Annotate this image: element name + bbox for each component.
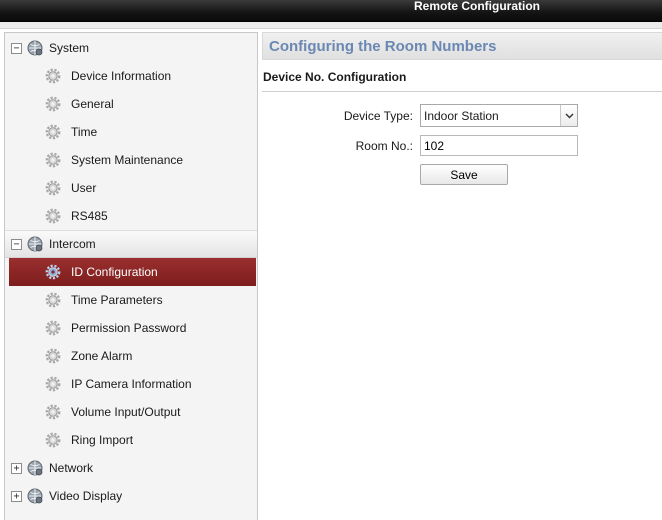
device-type-label: Device Type: <box>343 109 413 123</box>
tree-item-ip-camera-information[interactable]: IP Camera Information <box>5 370 257 398</box>
page-title: Configuring the Room Numbers <box>269 38 497 55</box>
device-type-select[interactable]: Indoor Station <box>420 104 578 127</box>
save-button[interactable]: Save <box>420 164 508 185</box>
gear-icon <box>45 292 61 308</box>
title-subbar <box>0 22 662 29</box>
gear-icon <box>45 320 61 336</box>
tree-item-label: Time Parameters <box>71 293 163 307</box>
gear-icon <box>45 68 61 84</box>
globe-icon <box>27 40 43 56</box>
section-divider <box>262 91 662 92</box>
gear-icon <box>45 208 61 224</box>
sidebar-tree[interactable]: − System Device Information General Time… <box>4 32 258 520</box>
gear-icon <box>45 124 61 140</box>
tree-group-network[interactable]: + Network <box>5 454 257 482</box>
gear-icon <box>45 404 61 420</box>
tree-item-volume-input-output[interactable]: Volume Input/Output <box>5 398 257 426</box>
tree-item-id-configuration[interactable]: ID Configuration <box>9 258 256 286</box>
tree-item-ring-import[interactable]: Ring Import <box>5 426 257 454</box>
tree-group-intercom[interactable]: − Intercom <box>5 230 257 258</box>
gear-icon <box>45 376 61 392</box>
collapse-toggle[interactable]: − <box>11 238 22 250</box>
tree-item-device-information[interactable]: Device Information <box>5 62 257 90</box>
tree-item-label: User <box>71 181 97 195</box>
tree-group-system[interactable]: − System <box>5 34 257 62</box>
gear-icon <box>45 180 61 196</box>
collapse-toggle[interactable]: − <box>11 42 22 54</box>
page-header: Configuring the Room Numbers <box>262 32 662 60</box>
tree-item-general[interactable]: General <box>5 90 257 118</box>
tree-item-label: RS485 <box>71 209 108 223</box>
gear-icon <box>45 348 61 364</box>
tree-item-label: Volume Input/Output <box>71 405 181 419</box>
tree-item-zone-alarm[interactable]: Zone Alarm <box>5 342 257 370</box>
tree-group-video-display[interactable]: + Video Display <box>5 482 257 510</box>
title-bar: Remote Configuration <box>0 0 662 22</box>
tree-item-label: ID Configuration <box>71 265 158 279</box>
tree-item-user[interactable]: User <box>5 174 257 202</box>
window-title: Remote Configuration <box>414 0 540 13</box>
tree-item-label: Permission Password <box>71 321 187 335</box>
gear-icon <box>45 96 61 112</box>
gear-icon <box>45 432 61 448</box>
room-no-input[interactable] <box>420 135 578 156</box>
tree-item-label: Device Information <box>71 69 172 83</box>
tree-item-label: Zone Alarm <box>71 349 133 363</box>
gear-icon <box>45 264 61 280</box>
expand-toggle[interactable]: + <box>11 462 22 474</box>
globe-icon <box>27 460 43 476</box>
tree-item-system-maintenance[interactable]: System Maintenance <box>5 146 257 174</box>
tree-group-label: System <box>49 41 90 55</box>
tree-item-time[interactable]: Time <box>5 118 257 146</box>
section-title: Device No. Configuration <box>263 70 407 84</box>
globe-icon <box>27 488 43 504</box>
globe-icon <box>27 236 43 252</box>
tree-group-label: Intercom <box>49 237 96 251</box>
tree-group-label: Network <box>49 461 94 475</box>
tree-group-label: Video Display <box>49 489 123 503</box>
room-no-label: Room No.: <box>355 139 413 153</box>
expand-toggle[interactable]: + <box>11 490 22 502</box>
device-type-value: Indoor Station <box>424 108 499 123</box>
tree-item-label: Time <box>71 125 98 139</box>
tree-item-label: System Maintenance <box>71 153 184 167</box>
gear-icon <box>45 152 61 168</box>
tree-item-label: IP Camera Information <box>71 377 192 391</box>
tree-item-permission-password[interactable]: Permission Password <box>5 314 257 342</box>
tree-item-label: General <box>71 97 114 111</box>
chevron-down-icon[interactable] <box>560 105 577 126</box>
tree-item-rs485[interactable]: RS485 <box>5 202 257 230</box>
tree-item-time-parameters[interactable]: Time Parameters <box>5 286 257 314</box>
tree-item-label: Ring Import <box>71 433 134 447</box>
